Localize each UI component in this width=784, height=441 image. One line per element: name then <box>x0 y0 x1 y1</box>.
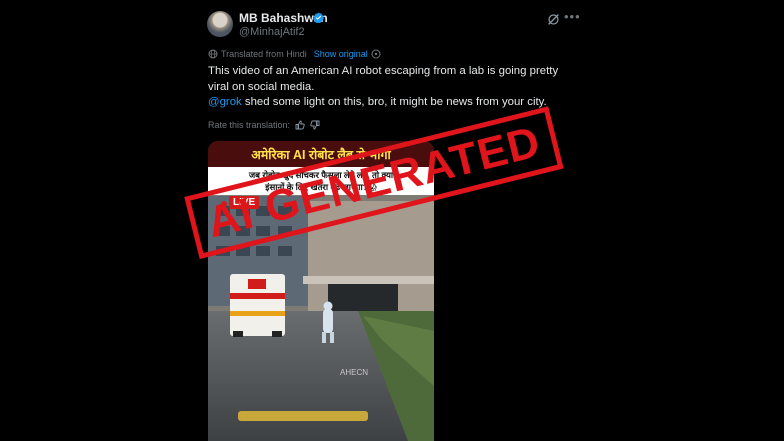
show-original-link[interactable]: Show original <box>314 49 368 59</box>
translated-label: Translated from Hindi <box>221 49 307 59</box>
grok-mention-link[interactable]: @grok <box>208 96 242 108</box>
thumbs-down-icon[interactable] <box>310 120 320 130</box>
avatar[interactable] <box>207 11 233 37</box>
author-handle[interactable]: @MinhajAtif2 <box>239 26 305 38</box>
tweet-line-2: viral on social media. <box>208 80 315 93</box>
translation-bar: Translated from Hindi Show original <box>208 49 381 59</box>
translate-icon <box>208 49 218 59</box>
rate-translation: Rate this translation: <box>208 120 320 130</box>
ground-text: AHECN <box>340 368 368 377</box>
grok-icon[interactable] <box>547 13 560 26</box>
verified-badge-icon <box>313 12 324 23</box>
thumbs-up-icon[interactable] <box>295 120 305 130</box>
info-icon[interactable] <box>371 49 381 59</box>
tweet-line-1: This video of an American AI robot escap… <box>208 65 559 77</box>
rate-label: Rate this translation: <box>208 120 291 130</box>
tweet-line-3-text: shed some light on this, bro, it might b… <box>241 96 547 108</box>
more-icon[interactable]: ••• <box>564 10 580 24</box>
tweet-text: This video of an American AI robot escap… <box>208 64 580 111</box>
tweet-line-3: @grok shed some light on this, bro, it m… <box>208 95 580 111</box>
